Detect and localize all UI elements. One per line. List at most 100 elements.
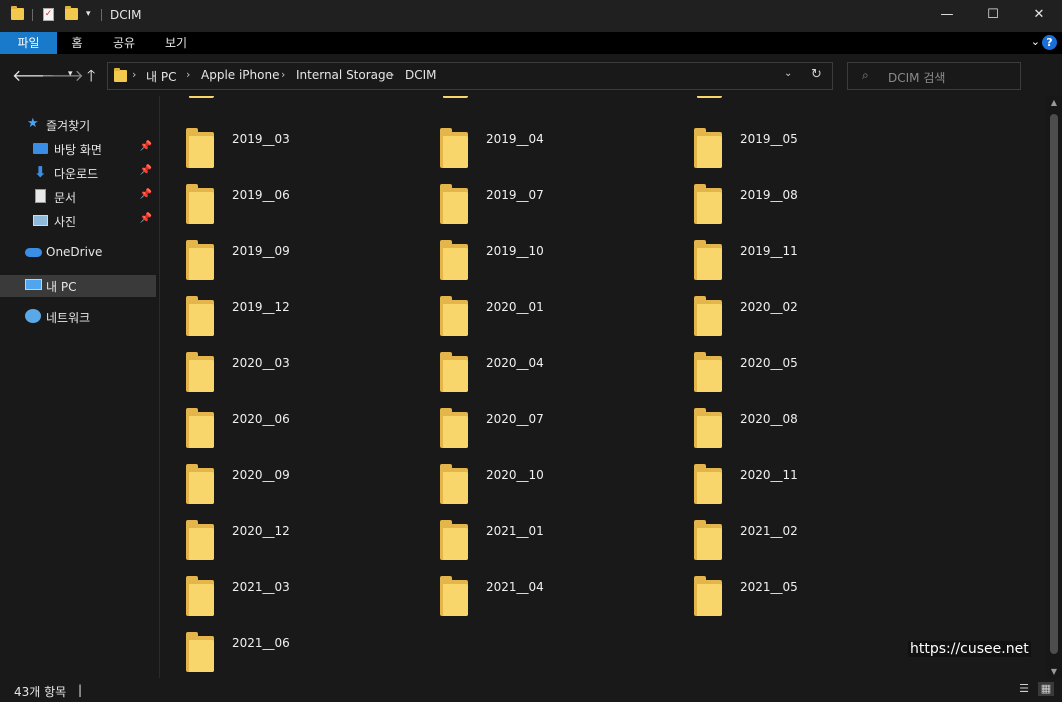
folder-name: 2020__10 xyxy=(486,468,544,482)
folder-item[interactable]: 2019__03 xyxy=(160,128,400,178)
folder-name: 2020__09 xyxy=(232,468,290,482)
scroll-thumb[interactable] xyxy=(1050,114,1058,654)
folder-item[interactable]: 2020__02 xyxy=(668,296,908,346)
scroll-up-arrow-icon[interactable]: ▲ xyxy=(1046,98,1062,107)
folder-icon xyxy=(694,520,722,560)
tab-file[interactable]: 파일 xyxy=(0,32,57,54)
minimize-button[interactable]: — xyxy=(924,0,970,32)
folder-item[interactable]: 2019__08 xyxy=(668,184,908,234)
folder-item[interactable]: 2020__04 xyxy=(414,352,654,402)
maximize-button[interactable]: ☐ xyxy=(970,0,1016,32)
sidebar-item-network[interactable]: 네트워크 xyxy=(0,306,156,328)
folder-item[interactable]: 2019__10 xyxy=(414,240,654,290)
recent-locations-chevron-icon[interactable]: ▾ xyxy=(68,69,73,79)
folder-item[interactable]: 2020__01 xyxy=(414,296,654,346)
sidebar-item-label: 네트워크 xyxy=(46,311,91,325)
tab-view[interactable]: 보기 xyxy=(151,32,201,54)
help-button[interactable]: ? xyxy=(1042,35,1057,50)
folder-item[interactable]: 2020__11 xyxy=(668,464,908,514)
sidebar-item-pictures[interactable]: 사진 📌 xyxy=(0,210,156,232)
folder-name: 2019__09 xyxy=(232,244,290,258)
large-icons-view-icon[interactable]: ▦ xyxy=(1038,682,1054,696)
details-view-icon[interactable]: ☰ xyxy=(1016,682,1032,696)
sidebar-item-documents[interactable]: 문서 📌 xyxy=(0,186,156,208)
sidebar-item-onedrive[interactable]: OneDrive xyxy=(0,242,156,264)
search-box[interactable]: ⌕ DCIM 검색 xyxy=(847,62,1021,90)
folder-item[interactable]: 2019__09 xyxy=(160,240,400,290)
folder-icon xyxy=(694,184,722,224)
breadcrumb-internal-storage[interactable]: Internal Storage xyxy=(296,68,393,82)
refresh-icon[interactable]: ↻ xyxy=(811,67,822,82)
pin-icon: 📌 xyxy=(139,141,152,152)
folder-item[interactable]: 2020__12 xyxy=(160,520,400,570)
breadcrumb-separator[interactable]: › xyxy=(390,68,394,81)
picture-icon xyxy=(33,215,48,226)
folder-item[interactable]: 2021__03 xyxy=(160,576,400,626)
folder-item[interactable]: 2019__04 xyxy=(414,128,654,178)
up-arrow-icon[interactable]: 🡑 xyxy=(87,65,95,92)
folder-item[interactable]: 2020__07 xyxy=(414,408,654,458)
pin-icon: 📌 xyxy=(139,189,152,200)
breadcrumb-apple-iphone[interactable]: Apple iPhone xyxy=(201,68,279,82)
folder-name: 2019__04 xyxy=(486,132,544,146)
new-folder-icon[interactable] xyxy=(65,6,78,20)
folder-name: 2019__08 xyxy=(740,188,798,202)
folder-item[interactable]: 2020__06 xyxy=(160,408,400,458)
folder-item[interactable]: 2020__08 xyxy=(668,408,908,458)
sidebar-item-this-pc[interactable]: 내 PC xyxy=(0,275,156,297)
folder-name: 2021__05 xyxy=(740,580,798,594)
status-separator: | xyxy=(78,683,83,697)
folder-icon xyxy=(440,296,468,336)
folder-icon xyxy=(186,632,214,672)
breadcrumb-separator[interactable]: › xyxy=(186,68,190,81)
title-bar: ✓ ▾ DCIM — ☐ ✕ xyxy=(0,0,1062,32)
folder-name: 2021__06 xyxy=(232,636,290,650)
folder-name: 2019__03 xyxy=(232,132,290,146)
folder-icon xyxy=(11,6,24,20)
folder-icon xyxy=(186,408,214,448)
breadcrumb-this-pc[interactable]: 내 PC xyxy=(146,68,176,85)
close-button[interactable]: ✕ xyxy=(1016,0,1062,32)
folder-icon xyxy=(186,296,214,336)
folder-item[interactable]: 2021__02 xyxy=(668,520,908,570)
breadcrumb-separator[interactable]: › xyxy=(281,68,285,81)
address-bar[interactable]: › 내 PC › Apple iPhone › Internal Storage… xyxy=(107,62,833,90)
forward-arrow-icon[interactable]: 🡒 xyxy=(41,65,84,85)
sidebar-item-desktop[interactable]: 바탕 화면 📌 xyxy=(0,138,156,160)
folder-item[interactable]: 2020__09 xyxy=(160,464,400,514)
folder-item[interactable]: 2019__07 xyxy=(414,184,654,234)
scroll-down-arrow-icon[interactable]: ▼ xyxy=(1046,667,1062,676)
folder-icon xyxy=(694,352,722,392)
sidebar-item-quick-access[interactable]: ★ 즐겨찾기 xyxy=(0,114,156,136)
vertical-scrollbar[interactable]: ▲ ▼ xyxy=(1046,96,1062,678)
sidebar-item-downloads[interactable]: ⬇ 다운로드 📌 xyxy=(0,162,156,184)
search-input[interactable]: DCIM 검색 xyxy=(888,69,945,86)
properties-icon[interactable]: ✓ xyxy=(43,8,54,21)
folder-item[interactable]: 2020__10 xyxy=(414,464,654,514)
folder-icon xyxy=(186,520,214,560)
folder-name: 2020__07 xyxy=(486,412,544,426)
folder-item[interactable]: 2021__05 xyxy=(668,576,908,626)
folder-item[interactable]: 2021__04 xyxy=(414,576,654,626)
folder-item[interactable]: 2019__11 xyxy=(668,240,908,290)
cloud-icon xyxy=(25,248,42,257)
file-list: 2019__03 2019__04 2019__05 2019__06 2019__07… xyxy=(160,96,1046,678)
tab-share[interactable]: 공유 xyxy=(99,32,149,54)
folder-icon xyxy=(440,352,468,392)
folder-item[interactable]: 2021__06 xyxy=(160,632,400,678)
breadcrumb-separator[interactable]: › xyxy=(132,68,136,81)
address-history-chevron-icon[interactable]: ⌄ xyxy=(784,68,792,79)
folder-item[interactable]: 2019__06 xyxy=(160,184,400,234)
folder-item[interactable]: 2019__12 xyxy=(160,296,400,346)
folder-icon xyxy=(694,96,722,102)
breadcrumb-dcim[interactable]: DCIM xyxy=(405,68,437,82)
folder-item[interactable]: 2019__05 xyxy=(668,128,908,178)
folder-icon xyxy=(186,576,214,616)
folder-item[interactable]: 2020__03 xyxy=(160,352,400,402)
customize-toolbar-icon[interactable]: ▾ xyxy=(86,9,91,19)
folder-name: 2021__03 xyxy=(232,580,290,594)
tab-home[interactable]: 홈 xyxy=(57,32,97,54)
folder-item[interactable]: 2020__05 xyxy=(668,352,908,402)
expand-ribbon-chevron-icon[interactable]: ⌄ xyxy=(1031,35,1040,48)
folder-item[interactable]: 2021__01 xyxy=(414,520,654,570)
